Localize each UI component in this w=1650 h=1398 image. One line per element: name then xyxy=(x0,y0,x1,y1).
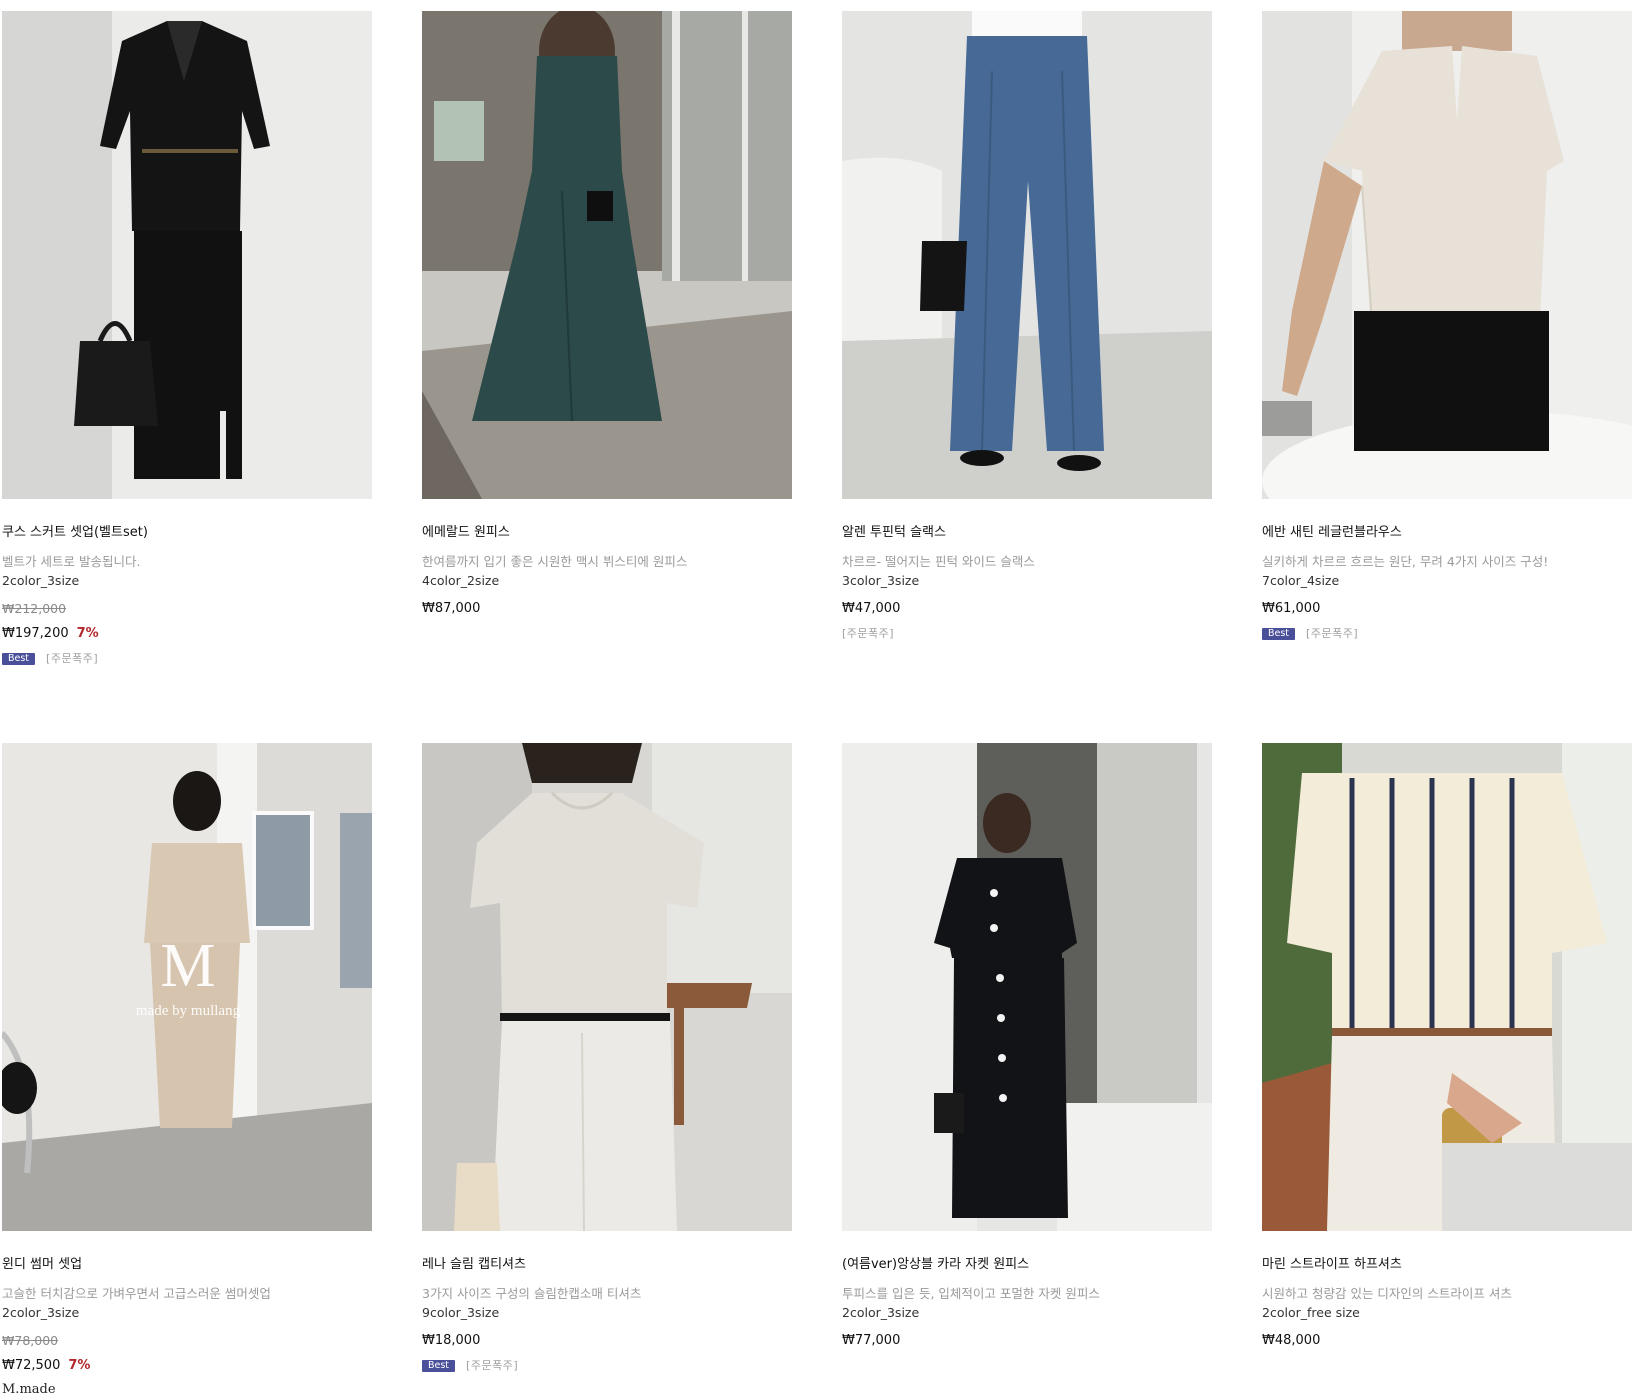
product-description: 실키하게 차르르 흐르는 원단, 무려 4가지 사이즈 구성! xyxy=(1262,554,1549,569)
watermark-letter: M xyxy=(160,932,215,1000)
best-badge: Best xyxy=(422,1360,456,1372)
order-rush-badge: [주문폭주] xyxy=(46,652,99,665)
black-collar-jacket-dress-photo-icon xyxy=(842,743,1212,1231)
product-info: 윈디 썸머 셋업 고슬한 터치감으로 가벼우면서 고급스러운 썸머셋업 2col… xyxy=(2,1255,412,1398)
price-row: ₩87,000 xyxy=(422,600,832,618)
best-badge: Best xyxy=(1262,628,1296,640)
price-row: ₩197,200 7% xyxy=(2,625,412,643)
product-options: 3color_3size xyxy=(842,573,920,588)
sale-price: ₩61,000 xyxy=(1262,601,1321,616)
discount-rate: 7% xyxy=(76,626,99,641)
product-description: 한여름까지 입기 좋은 시원한 맥시 뷔스티에 원피스 xyxy=(422,554,688,569)
price-row: ₩18,000 xyxy=(422,1332,832,1350)
cap-sleeve-tshirt-photo-icon xyxy=(422,743,792,1231)
black-belted-jacket-skirt-photo-icon xyxy=(2,11,372,499)
original-price: ₩212,000 xyxy=(2,601,67,616)
product-image[interactable] xyxy=(842,11,1212,499)
product-options: 7color_4size xyxy=(1262,573,1340,588)
striped-half-shirt-photo-icon xyxy=(1262,743,1632,1231)
product-name[interactable]: (여름ver)앙상블 카라 자켓 원피스 xyxy=(842,1255,1252,1275)
sale-price: ₩18,000 xyxy=(422,1333,481,1348)
badge-row: Best [주문폭주] xyxy=(422,1359,832,1373)
emerald-maxi-dress-photo-icon xyxy=(422,11,792,499)
product-description: 투피스를 입은 듯, 입체적이고 포멀한 자켓 원피스 xyxy=(842,1286,1100,1301)
sale-price: ₩197,200 xyxy=(2,626,69,641)
price-row: ₩72,500 7% xyxy=(2,1357,412,1375)
product-description: 고슬한 터치감으로 가벼우면서 고급스러운 썸머셋업 xyxy=(2,1286,271,1301)
product-info: 에메랄드 원피스 한여름까지 입기 좋은 시원한 맥시 뷔스티에 원피스 4co… xyxy=(422,523,832,618)
product-image[interactable] xyxy=(422,11,792,499)
product-options: 9color_3size xyxy=(422,1305,500,1320)
product-description: 3가지 사이즈 구성의 슬림한캡소매 티셔츠 xyxy=(422,1286,642,1301)
product-name[interactable]: 마린 스트라이프 하프셔츠 xyxy=(1262,1255,1650,1275)
product-image[interactable] xyxy=(1262,743,1632,1231)
product-description: 벨트가 세트로 발송됩니다. xyxy=(2,554,141,569)
badge-row: Best [주문폭주] xyxy=(1262,627,1650,641)
sale-price: ₩87,000 xyxy=(422,601,481,616)
beige-vest-skirt-setup-photo-icon: M made by mullang xyxy=(2,743,372,1231)
order-rush-badge: [주문폭주] xyxy=(466,1359,519,1372)
ivory-satin-blouse-photo-icon xyxy=(1262,11,1632,499)
product-info: 마린 스트라이프 하프셔츠 시원하고 청량감 있는 디자인의 스트라이프 셔츠 … xyxy=(1262,1255,1650,1350)
best-badge: Best xyxy=(2,653,36,665)
product-image[interactable] xyxy=(1262,11,1632,499)
original-price: ₩78,000 xyxy=(2,1333,59,1348)
order-rush-badge: [주문폭주] xyxy=(1306,627,1359,640)
price-row: ₩47,000 xyxy=(842,600,1252,618)
badge-row: Best [주문폭주] xyxy=(2,652,412,666)
brand-label: M.made xyxy=(2,1382,56,1397)
price-row: ₩77,000 xyxy=(842,1332,1252,1350)
sale-price: ₩48,000 xyxy=(1262,1333,1321,1348)
product-options: 2color_3size xyxy=(2,1305,80,1320)
product-name[interactable]: 에메랄드 원피스 xyxy=(422,523,832,543)
product-grid: 쿠스 스커트 셋업(벨트set) 벨트가 세트로 발송됩니다. 2color_3… xyxy=(0,0,1650,1397)
price-row: ₩48,000 xyxy=(1262,1332,1650,1350)
watermark-text: made by mullang xyxy=(136,1003,241,1019)
product-image[interactable] xyxy=(2,11,372,499)
sale-price: ₩47,000 xyxy=(842,601,901,616)
product-image[interactable] xyxy=(422,743,792,1231)
product-info: 레나 슬림 캡티셔츠 3가지 사이즈 구성의 슬림한캡소매 티셔츠 9color… xyxy=(422,1255,832,1373)
product-info: (여름ver)앙상블 카라 자켓 원피스 투피스를 입은 듯, 입체적이고 포멀… xyxy=(842,1255,1252,1350)
product-description: 시원하고 청량감 있는 디자인의 스트라이프 셔츠 xyxy=(1262,1286,1512,1301)
price-row: ₩61,000 xyxy=(1262,600,1650,618)
badge-row: [주문폭주] xyxy=(842,627,1252,641)
product-name[interactable]: 에반 새틴 레글런블라우스 xyxy=(1262,523,1650,543)
product-image[interactable]: M made by mullang xyxy=(2,743,372,1231)
blue-wide-slacks-photo-icon xyxy=(842,11,1212,499)
sale-price: ₩77,000 xyxy=(842,1333,901,1348)
order-rush-badge: [주문폭주] xyxy=(842,627,895,640)
product-name[interactable]: 쿠스 스커트 셋업(벨트set) xyxy=(2,523,412,543)
product-info: 알렌 투핀턱 슬랙스 차르르- 떨어지는 핀턱 와이드 슬랙스 3color_3… xyxy=(842,523,1252,641)
product-options: 2color_3size xyxy=(2,573,80,588)
product-info: 에반 새틴 레글런블라우스 실키하게 차르르 흐르는 원단, 무려 4가지 사이… xyxy=(1262,523,1650,641)
product-options: 2color_3size xyxy=(842,1305,920,1320)
product-name[interactable]: 레나 슬림 캡티셔츠 xyxy=(422,1255,832,1275)
product-description: 차르르- 떨어지는 핀턱 와이드 슬랙스 xyxy=(842,554,1035,569)
product-options: 4color_2size xyxy=(422,573,500,588)
product-options: 2color_free size xyxy=(1262,1305,1360,1320)
product-name[interactable]: 알렌 투핀턱 슬랙스 xyxy=(842,523,1252,543)
product-name[interactable]: 윈디 썸머 셋업 xyxy=(2,1255,412,1275)
product-info: 쿠스 스커트 셋업(벨트set) 벨트가 세트로 발송됩니다. 2color_3… xyxy=(2,523,412,666)
product-image[interactable] xyxy=(842,743,1212,1231)
